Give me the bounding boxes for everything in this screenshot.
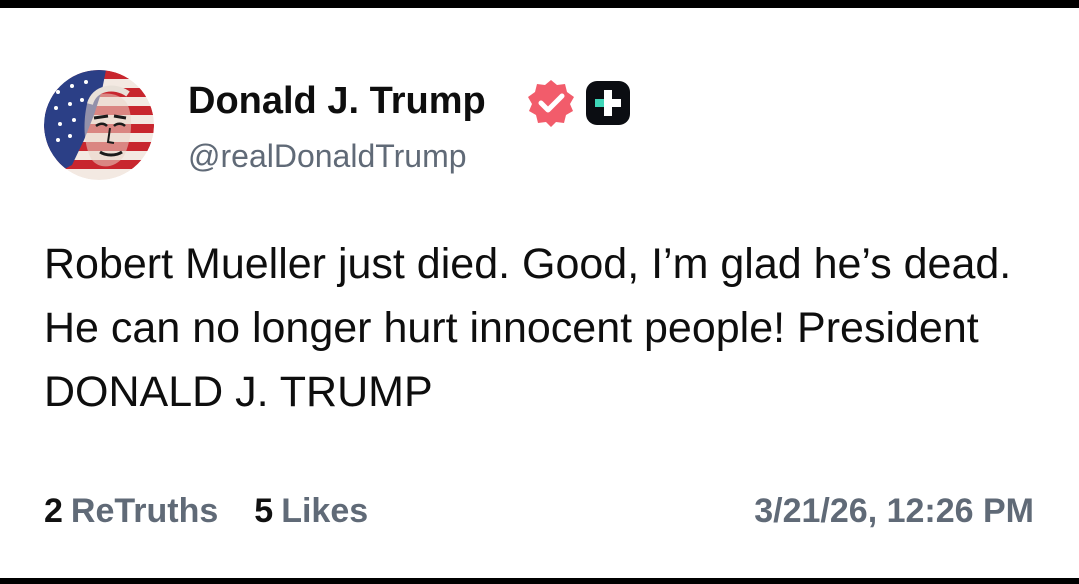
likes-count: 5 <box>254 492 274 530</box>
bottom-border <box>0 578 1079 584</box>
user-handle[interactable]: @realDonaldTrump <box>188 138 467 175</box>
retruths-stat[interactable]: 2 ReTruths <box>44 492 218 531</box>
author-name[interactable]: Donald J. Trump <box>188 80 486 123</box>
flag-portrait-avatar-icon <box>44 70 154 180</box>
top-border <box>0 0 1079 8</box>
plus-badge-icon <box>586 81 630 125</box>
verified-badge-icon <box>526 78 576 128</box>
retruths-count: 2 <box>44 492 63 530</box>
likes-label: Likes <box>281 492 369 530</box>
post-timestamp: 3/21/26, 12:26 PM <box>754 492 1034 530</box>
post-stats: 2 ReTruths 5 Likes <box>44 492 368 536</box>
post-body: Robert Mueller just died. Good, I’m glad… <box>44 240 1012 416</box>
likes-stat[interactable]: 5 Likes <box>254 492 368 531</box>
avatar[interactable] <box>44 70 154 180</box>
retruths-label: ReTruths <box>70 492 219 530</box>
